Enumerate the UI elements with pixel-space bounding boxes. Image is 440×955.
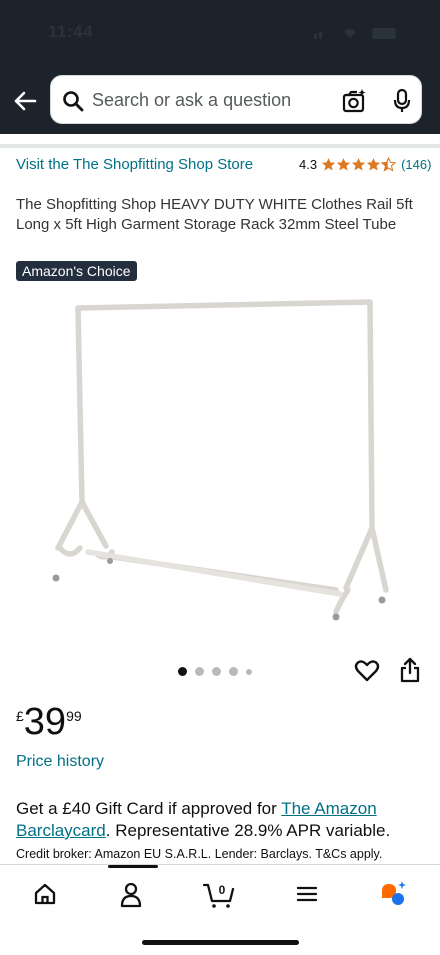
image-carousel-dots[interactable] — [178, 667, 252, 676]
carousel-dot[interactable] — [178, 667, 187, 676]
star-full-icon — [321, 157, 336, 170]
offer-apr-text: . Representative 28.9% APR variable. — [105, 821, 391, 840]
store-link[interactable]: Visit the The Shopfitting Shop Store — [16, 155, 276, 175]
offer-text: Get a £40 Gift Card if approved for — [16, 799, 282, 818]
product-image[interactable] — [40, 290, 400, 630]
caster-wheel — [107, 558, 113, 564]
microphone-icon[interactable] — [391, 88, 413, 114]
cart-count: 0 — [219, 883, 226, 897]
price-whole: 39 — [23, 701, 67, 743]
price-history-link[interactable]: Price history — [16, 753, 104, 771]
camera-lens-icon[interactable] — [341, 88, 367, 114]
star-full-icon — [336, 157, 351, 170]
search-icon — [63, 91, 84, 112]
home-icon[interactable] — [30, 879, 60, 909]
gift-card-offer: Get a £40 Gift Card if approved for The … — [16, 798, 424, 842]
caster-wheel — [332, 613, 340, 621]
share-icon[interactable] — [398, 656, 422, 684]
price: £ 39 99 — [16, 700, 82, 744]
price-fraction: 99 — [66, 708, 82, 724]
active-tab-indicator — [108, 865, 158, 868]
amazons-choice-badge: Amazon's Choice — [16, 261, 137, 281]
account-icon[interactable] — [116, 879, 146, 909]
heart-icon[interactable] — [354, 658, 380, 684]
rating-value: 4.3 — [299, 156, 318, 172]
caster-wheel — [52, 574, 60, 582]
back-arrow-icon[interactable] — [8, 84, 42, 118]
ai-assistant-icon[interactable] — [378, 879, 408, 909]
search-bar[interactable] — [50, 75, 422, 124]
carousel-dot[interactable] — [195, 667, 204, 676]
status-time: 11:44 — [48, 22, 94, 41]
credit-broker-note: Credit broker: Amazon EU S.A.R.L. Lender… — [16, 847, 383, 861]
section-divider — [0, 144, 440, 148]
menu-icon[interactable] — [292, 879, 322, 909]
product-title: The Shopfitting Shop HEAVY DUTY WHITE Cl… — [16, 196, 413, 233]
top-header: 11:44 — [0, 0, 440, 134]
review-count: (146) — [401, 156, 432, 172]
price-currency: £ — [16, 708, 24, 724]
carousel-dot[interactable] — [229, 667, 238, 676]
search-input[interactable] — [92, 87, 332, 113]
star-full-icon — [366, 157, 381, 170]
cart-icon[interactable]: 0 — [203, 879, 237, 909]
star-rating — [321, 156, 397, 172]
star-partial-icon — [381, 156, 397, 172]
status-icons — [314, 28, 396, 39]
star-full-icon — [351, 157, 366, 170]
caster-wheel — [378, 596, 386, 604]
rating-summary[interactable]: 4.3 (146) — [299, 155, 431, 173]
carousel-dot[interactable] — [246, 668, 252, 675]
home-indicator — [142, 940, 299, 945]
carousel-dot[interactable] — [212, 667, 221, 676]
